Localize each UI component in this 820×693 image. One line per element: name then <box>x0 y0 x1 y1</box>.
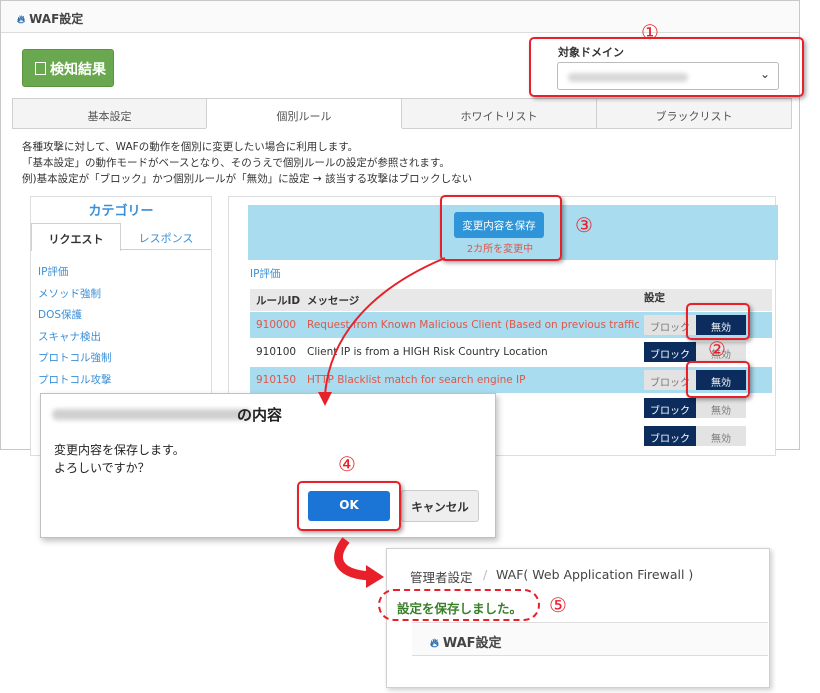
annotation-box-ok <box>297 481 401 531</box>
annotation-box-saved <box>378 589 540 621</box>
annotation-number-2: ② <box>708 337 726 361</box>
arrow-curve <box>324 257 446 396</box>
annotation-box-disable-1 <box>686 303 750 340</box>
annotation-box-domain <box>529 37 804 97</box>
arrow-head <box>318 392 332 406</box>
annotation-box-disable-2 <box>686 361 750 398</box>
arrow-head-thick <box>366 565 384 588</box>
annotation-number-3: ③ <box>575 213 593 237</box>
annotation-number-4: ④ <box>338 452 356 476</box>
annotation-box-save <box>440 195 562 261</box>
annotation-number-1: ① <box>641 20 659 44</box>
annotation-number-5: ⑤ <box>549 593 567 617</box>
